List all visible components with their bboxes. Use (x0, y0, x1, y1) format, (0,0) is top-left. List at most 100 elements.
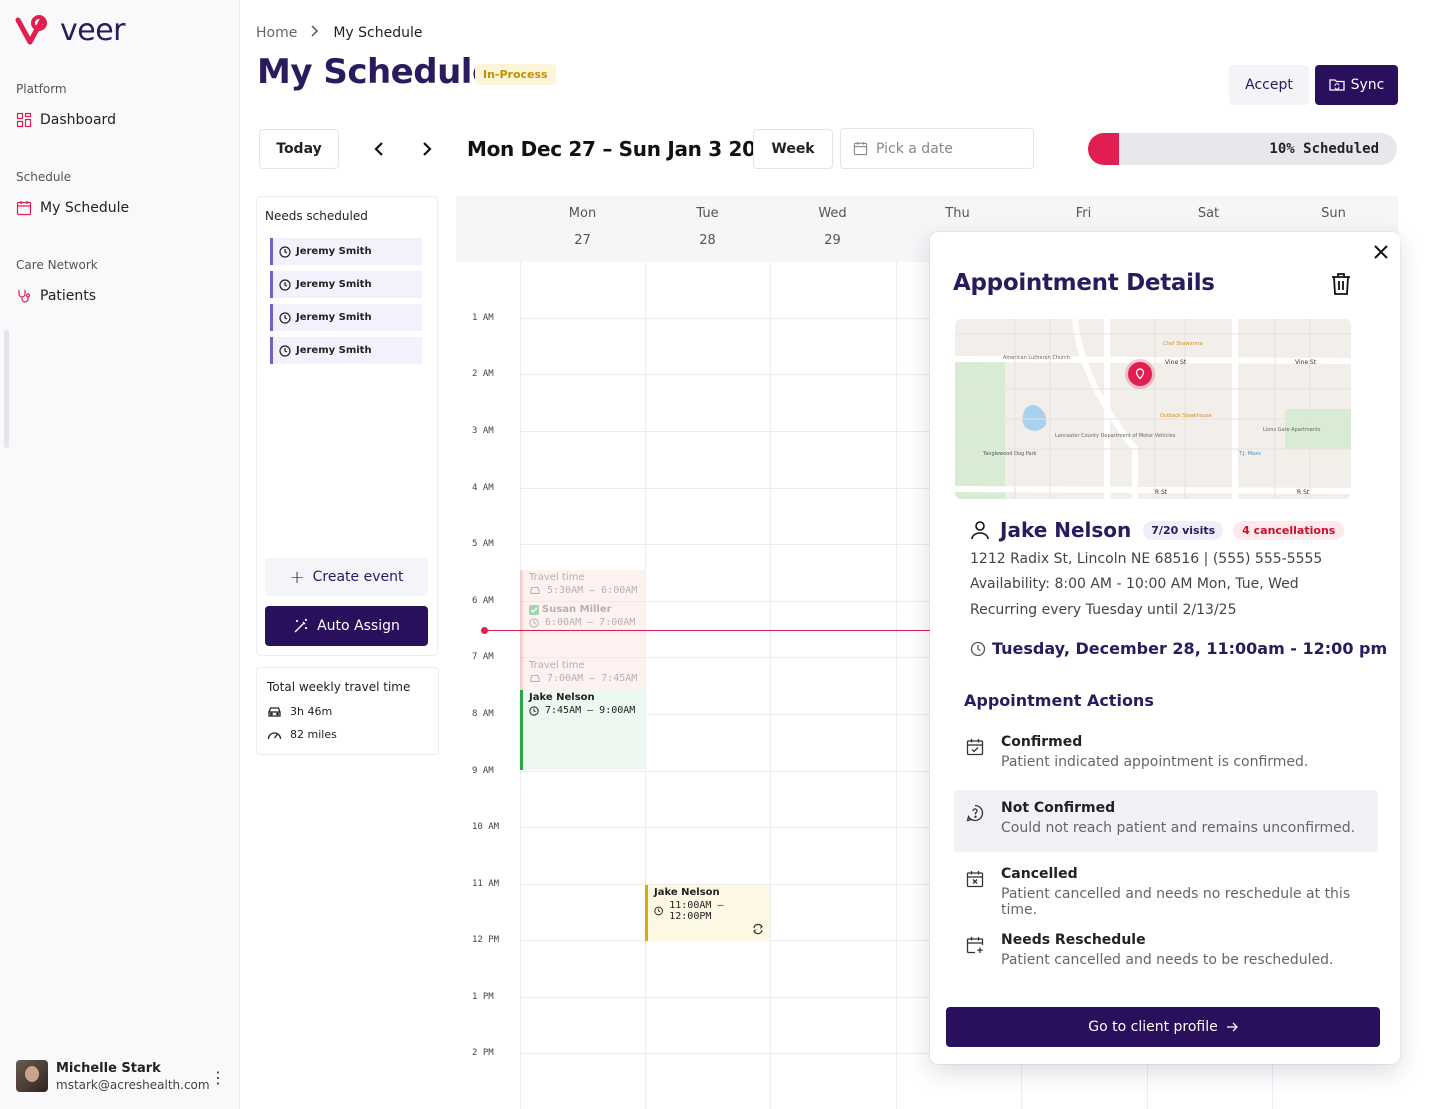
action-needs-reschedule[interactable]: Needs Reschedule Patient cancelled and n… (954, 922, 1378, 984)
travel-distance-row: 82 miles (267, 728, 337, 741)
sidebar-item-my-schedule[interactable]: My Schedule (16, 200, 129, 216)
patient-event-jake-tue[interactable]: Jake Nelson 11:00AM – 12:00PM (645, 885, 770, 941)
breadcrumb-current: My Schedule (333, 25, 423, 41)
action-desc: Patient cancelled and needs no reschedul… (1001, 886, 1351, 918)
brand-name: veer (60, 12, 126, 48)
svg-text:R St: R St (1155, 489, 1168, 496)
patient-event-jake-mon[interactable]: Jake Nelson 7:45AM – 9:00AM (520, 690, 645, 770)
user-email: mstark@acreshealth.com (56, 1077, 210, 1092)
action-title: Confirmed (1001, 734, 1083, 750)
patient-address: 1212 Radix St, Lincoln NE 68516 | (555) … (970, 551, 1323, 567)
travel-summary-panel: Total weekly travel time 3h 46m 82 miles (256, 667, 439, 755)
hour-label: 10 AM (472, 822, 500, 832)
needs-scheduled-title: Needs scheduled (265, 209, 368, 223)
location-map[interactable]: Vine St Vine St R St R St American Luthe… (955, 319, 1351, 499)
close-icon[interactable] (1374, 244, 1388, 263)
accept-button[interactable]: Accept (1229, 65, 1309, 105)
needs-scheduled-item[interactable]: Jeremy Smith (270, 304, 422, 331)
needs-item-name: Jeremy Smith (296, 312, 372, 323)
chevron-left-icon[interactable] (369, 139, 389, 159)
veer-logo-icon (15, 15, 47, 45)
sync-button[interactable]: Sync (1315, 65, 1398, 105)
calendar-check-icon (966, 739, 984, 756)
column-divider (645, 262, 646, 1109)
car-icon (268, 706, 281, 717)
travel-title: Total weekly travel time (267, 680, 411, 694)
clock-icon (279, 311, 291, 324)
chevron-right-icon (311, 25, 319, 41)
car-icon (530, 587, 540, 594)
breadcrumb-home[interactable]: Home (256, 25, 297, 41)
date-picker-input[interactable]: Pick a date (840, 128, 1034, 169)
trash-icon[interactable] (1330, 272, 1352, 300)
user-profile[interactable]: Michelle Stark mstark@acreshealth.com ⋮ (16, 1060, 226, 1092)
day-header-sun: Sun (1321, 206, 1346, 221)
nav-section-schedule: Schedule (16, 170, 72, 184)
schedule-progress: 10% Scheduled (1088, 133, 1397, 165)
clock-icon (654, 906, 663, 916)
action-confirmed[interactable]: Confirmed Patient indicated appointment … (954, 724, 1378, 786)
auto-assign-button[interactable]: Auto Assign (265, 606, 428, 646)
more-vertical-icon[interactable]: ⋮ (210, 1068, 226, 1087)
visits-badge: 7/20 visits (1143, 520, 1224, 540)
sidebar-item-patients[interactable]: Patients (16, 288, 96, 304)
create-event-button[interactable]: + Create event (265, 558, 428, 596)
clock-icon (529, 617, 539, 628)
hour-label: 7 AM (472, 652, 494, 662)
dashboard-icon (16, 112, 32, 128)
travel-time-event[interactable]: Travel time 5:30AM – 6:00AM (520, 570, 645, 602)
needs-scheduled-item[interactable]: Jeremy Smith (270, 238, 422, 265)
progress-fill (1088, 133, 1119, 165)
go-to-client-profile-button[interactable]: Go to client profile (946, 1007, 1380, 1047)
action-title: Not Confirmed (1001, 800, 1116, 816)
map-graphic: Vine St Vine St R St R St American Luthe… (955, 319, 1351, 499)
chevron-right-icon[interactable] (417, 139, 437, 159)
recurring-icon (753, 923, 763, 935)
hour-label: 3 AM (472, 426, 494, 436)
needs-item-name: Jeremy Smith (296, 345, 372, 356)
needs-scheduled-panel: Needs scheduled Jeremy Smith Jeremy Smit… (256, 196, 438, 656)
action-not-confirmed[interactable]: Not Confirmed Could not reach patient an… (954, 790, 1378, 852)
hour-label: 11 AM (472, 879, 500, 889)
hour-label: 9 AM (472, 766, 494, 776)
arrow-right-icon (1226, 1022, 1238, 1032)
calendar-icon (16, 201, 32, 216)
hour-label: 1 PM (472, 992, 494, 1002)
travel-time-event[interactable]: Travel time 7:00AM – 7:45AM (520, 658, 645, 690)
clock-icon (529, 705, 539, 716)
hour-label: 12 PM (472, 935, 500, 945)
today-button[interactable]: Today (259, 129, 339, 169)
day-header-mon: Mon 27 (568, 206, 597, 248)
travel-duration-row: 3h 46m (267, 705, 332, 718)
clock-icon (970, 641, 986, 656)
action-desc: Patient cancelled and needs to be resche… (1001, 952, 1334, 968)
date-placeholder: Pick a date (876, 140, 953, 157)
needs-scheduled-item[interactable]: Jeremy Smith (270, 271, 422, 298)
sidebar-item-dashboard[interactable]: Dashboard (16, 112, 116, 128)
hour-label: 4 AM (472, 483, 494, 493)
hour-label: 2 AM (472, 369, 494, 379)
day-header-tue: Tue 28 (696, 206, 719, 248)
action-cancelled[interactable]: Cancelled Patient cancelled and needs no… (954, 856, 1378, 918)
progress-label: 10% Scheduled (1269, 141, 1379, 157)
svg-text:Tanglewood Dog Park: Tanglewood Dog Park (982, 451, 1037, 457)
sidebar-item-label: Patients (40, 288, 97, 304)
svg-text:Outback Steakhouse: Outback Steakhouse (1160, 413, 1212, 419)
breadcrumb: Home My Schedule (256, 25, 423, 41)
clock-icon (279, 344, 291, 357)
hour-label: 5 AM (472, 539, 494, 549)
sidebar-scrollbar[interactable] (4, 330, 9, 448)
needs-scheduled-item[interactable]: Jeremy Smith (270, 337, 422, 364)
patient-name[interactable]: Jake Nelson (1000, 518, 1131, 542)
page-title: My Schedule (257, 52, 495, 92)
sidebar: veer Platform Dashboard Schedule My Sche… (0, 0, 240, 1109)
stethoscope-icon (18, 290, 31, 303)
hour-label: 8 AM (472, 709, 494, 719)
needs-item-name: Jeremy Smith (296, 279, 372, 290)
veer-logo[interactable]: veer (14, 12, 126, 48)
hour-label: 1 AM (472, 313, 494, 323)
user-name: Michelle Stark (56, 1060, 161, 1076)
week-view-button[interactable]: Week (753, 129, 833, 169)
current-time-line (484, 630, 964, 631)
svg-text:Vine St: Vine St (1295, 359, 1317, 366)
